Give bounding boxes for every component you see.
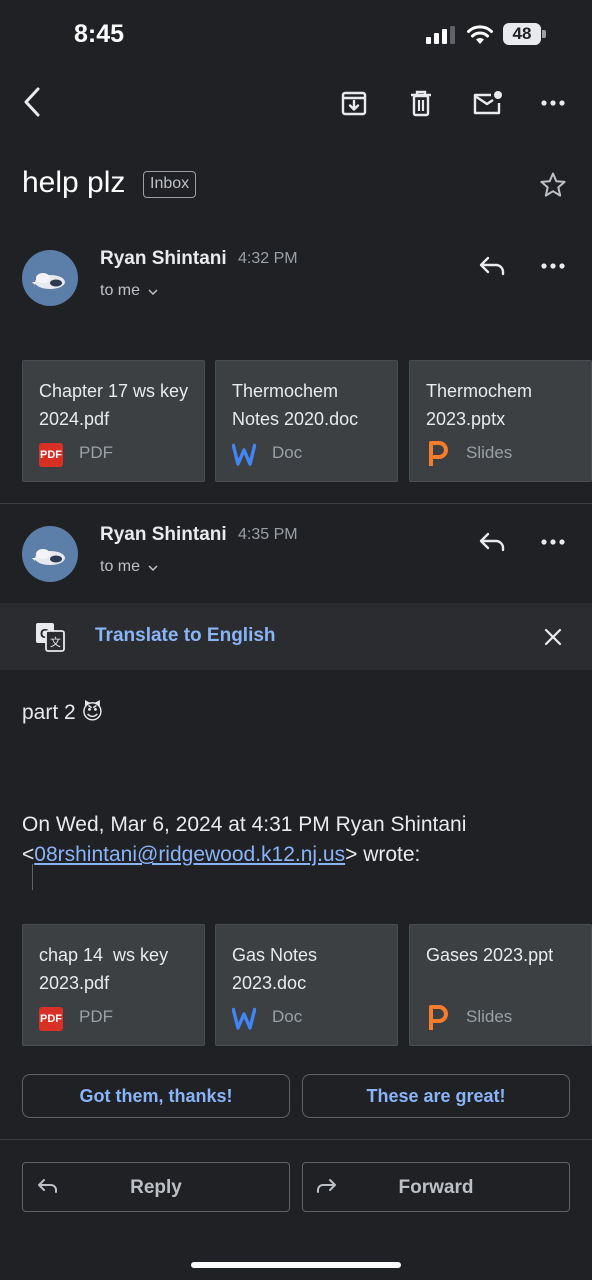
avatar[interactable] bbox=[22, 250, 78, 306]
battery-level: 48 bbox=[503, 23, 541, 45]
attachment-type: Doc bbox=[272, 1007, 303, 1026]
back-icon[interactable] bbox=[14, 84, 50, 120]
reply-label: Reply bbox=[130, 1177, 182, 1198]
forward-button[interactable]: Forward bbox=[302, 1162, 570, 1212]
quote-open-bracket: < bbox=[22, 843, 35, 866]
attachment-name: Gas Notes 2023.doc bbox=[232, 945, 318, 993]
quote-bar bbox=[32, 864, 33, 890]
inbox-label[interactable]: Inbox bbox=[143, 171, 197, 198]
close-icon[interactable] bbox=[538, 622, 568, 652]
attachment-card[interactable]: Chapter 17 ws key 2024.pdf PDF PDF bbox=[22, 360, 205, 482]
home-indicator bbox=[191, 1262, 401, 1268]
mark-unread-icon[interactable] bbox=[469, 86, 505, 120]
status-time: 8:45 bbox=[74, 20, 125, 48]
message-more-icon[interactable] bbox=[537, 528, 569, 556]
slides-icon bbox=[426, 441, 450, 467]
quote-header: On Wed, Mar 6, 2024 at 4:31 PM Ryan Shin… bbox=[22, 810, 582, 870]
attachment-name: Thermochem 2023.pptx bbox=[426, 381, 533, 429]
attachment-type: Slides bbox=[466, 443, 513, 462]
quote-header-line: On Wed, Mar 6, 2024 at 4:31 PM Ryan Shin… bbox=[22, 813, 467, 836]
attachment-type: Doc bbox=[272, 443, 303, 462]
attachment-card[interactable]: Thermochem Notes 2020.doc Doc bbox=[215, 360, 398, 482]
translate-button[interactable]: Translate to English bbox=[95, 625, 276, 647]
recipient-label: to me bbox=[100, 282, 141, 299]
reply-icon[interactable] bbox=[474, 252, 510, 280]
translate-bar bbox=[0, 603, 592, 670]
attachment-name: Thermochem Notes 2020.doc bbox=[232, 381, 359, 429]
forward-label: Forward bbox=[398, 1177, 474, 1198]
attachment-card[interactable]: Thermochem 2023.pptx Slides bbox=[409, 360, 592, 482]
cellular-signal-icon bbox=[426, 26, 456, 49]
more-icon[interactable] bbox=[537, 88, 569, 118]
footer-divider bbox=[0, 1139, 592, 1140]
attachment-card[interactable]: Gases 2023.ppt Slides bbox=[409, 924, 592, 1046]
message-more-icon[interactable] bbox=[537, 252, 569, 280]
recipient-details[interactable]: to me bbox=[100, 558, 158, 576]
attachment-card[interactable]: chap 14 ws key 2023.pdf PDF PDF bbox=[22, 924, 205, 1046]
smart-reply-button[interactable]: These are great! bbox=[302, 1074, 570, 1118]
chevron-down-icon bbox=[148, 282, 158, 300]
archive-icon[interactable] bbox=[336, 86, 372, 120]
email-subject: help plz bbox=[22, 166, 126, 199]
message-body: part 2 😈 bbox=[22, 701, 104, 724]
quote-sender-line: <08rshintani@ridgewood.k12.nj.us> wrote: bbox=[22, 840, 582, 870]
delete-icon[interactable] bbox=[403, 86, 439, 120]
attachment-type: PDF bbox=[79, 1007, 113, 1026]
attachment-card[interactable]: Gas Notes 2023.doc Doc bbox=[215, 924, 398, 1046]
reply-button[interactable]: Reply bbox=[22, 1162, 290, 1212]
message-time: 4:35 PM bbox=[238, 526, 298, 543]
word-doc-icon bbox=[231, 1005, 257, 1031]
reply-icon[interactable] bbox=[474, 528, 510, 556]
pdf-icon: PDF bbox=[39, 443, 63, 467]
attachment-type: Slides bbox=[466, 1007, 513, 1026]
wifi-icon bbox=[466, 24, 494, 51]
svg-text:文: 文 bbox=[50, 635, 61, 649]
word-doc-icon bbox=[231, 441, 257, 467]
attachment-name: chap 14 ws key 2023.pdf bbox=[39, 945, 174, 993]
pdf-icon: PDF bbox=[39, 1007, 63, 1031]
quote-wrote: > wrote: bbox=[345, 843, 421, 866]
slides-icon bbox=[426, 1005, 450, 1031]
chevron-down-icon bbox=[148, 558, 158, 576]
recipient-label: to me bbox=[100, 558, 141, 575]
star-icon[interactable] bbox=[536, 168, 570, 202]
attachment-type: PDF bbox=[79, 443, 113, 462]
smart-reply-button[interactable]: Got them, thanks! bbox=[22, 1074, 290, 1118]
translate-icon: G文 bbox=[35, 622, 65, 657]
sender-email-link[interactable]: 08rshintani@ridgewood.k12.nj.us bbox=[34, 843, 345, 866]
message-time: 4:32 PM bbox=[238, 250, 298, 267]
recipient-details[interactable]: to me bbox=[100, 282, 158, 300]
battery-tip bbox=[542, 30, 546, 38]
sender-name: Ryan Shintani bbox=[100, 524, 227, 545]
attachment-name: Gases 2023.ppt bbox=[426, 945, 554, 965]
attachment-name: Chapter 17 ws key 2024.pdf bbox=[39, 381, 189, 429]
message-divider bbox=[0, 503, 592, 504]
sender-name: Ryan Shintani bbox=[100, 248, 227, 269]
avatar[interactable] bbox=[22, 526, 78, 582]
